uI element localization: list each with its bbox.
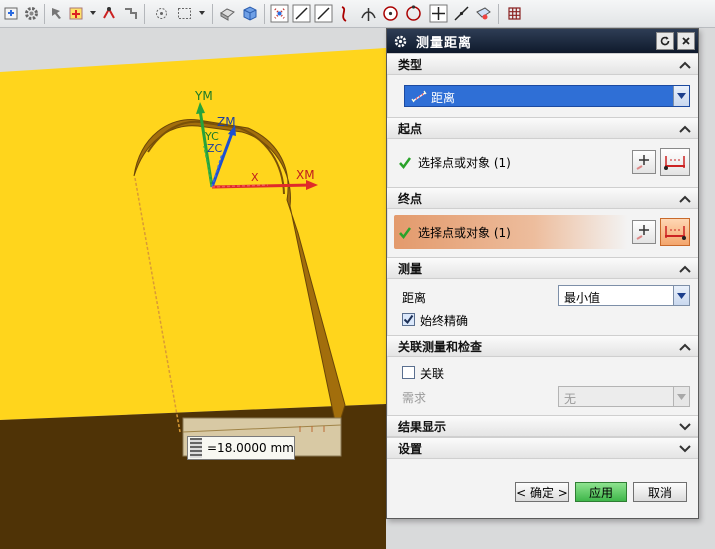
requirement-select[interactable]: 无 — [558, 386, 690, 407]
point-on-face-icon[interactable] — [474, 4, 493, 23]
chevron-up-icon[interactable] — [676, 120, 694, 138]
intersection-icon[interactable] — [359, 4, 378, 23]
reset-icon[interactable] — [656, 32, 674, 50]
arc-center-icon[interactable] — [381, 4, 400, 23]
measure-section-body: 距离 最小值 始终精确 — [387, 279, 698, 335]
distance-label: 距离 — [402, 291, 427, 305]
close-icon[interactable] — [677, 32, 695, 50]
solid-cube-icon[interactable] — [240, 4, 259, 23]
point-icon[interactable] — [67, 4, 86, 23]
point-snap-icon[interactable] — [270, 4, 289, 23]
end-section-title: 终点 — [398, 191, 423, 206]
end-select-label: 选择点或对象 (1) — [418, 226, 511, 240]
grid-icon[interactable] — [505, 4, 524, 23]
main-toolbar — [0, 0, 715, 28]
component-icon[interactable] — [100, 4, 119, 23]
shaded-view-icon[interactable] — [218, 4, 237, 23]
curve-icon[interactable] — [336, 4, 355, 23]
chevron-up-icon[interactable] — [676, 56, 694, 74]
requirement-label: 需求 — [402, 391, 427, 405]
assoc-section-header[interactable]: 关联测量和检查 — [387, 335, 698, 357]
always-exact-label: 始终精确 — [420, 314, 469, 328]
end-select-object[interactable]: 选择点或对象 (1) — [398, 224, 511, 241]
quadrant-icon[interactable] — [404, 4, 423, 23]
measure-section-header[interactable]: 测量 — [387, 257, 698, 279]
always-exact-checkbox[interactable] — [402, 313, 415, 326]
line-icon[interactable] — [314, 4, 333, 23]
ok-button[interactable]: < 确定 > — [515, 482, 569, 502]
xm-label: XM — [296, 168, 315, 182]
zc-label: ZC — [207, 142, 223, 155]
point-dialog-button[interactable] — [632, 150, 656, 174]
measure-distance-dialog: 测量距离 类型 距离 起点 选择点或对象 (1) 终点 选择点或对象 (1) 测… — [386, 28, 699, 519]
associative-label: 关联 — [420, 367, 445, 381]
start-select-label: 选择点或对象 (1) — [418, 156, 511, 170]
point-constructor-icon — [636, 225, 649, 240]
requirement-value: 无 — [564, 392, 577, 406]
checkmark-icon — [398, 226, 412, 240]
distance-type-icon — [411, 90, 427, 107]
gear-icon[interactable] — [22, 4, 41, 23]
chevron-down-icon[interactable] — [676, 418, 694, 436]
point-on-curve-icon[interactable] — [452, 4, 471, 23]
settings-section-header[interactable]: 设置 — [387, 437, 698, 459]
chevron-up-icon[interactable] — [676, 190, 694, 208]
start-section-header[interactable]: 起点 — [387, 117, 698, 139]
dialog-titlebar[interactable]: 测量距离 — [387, 29, 698, 53]
point-constructor-icon — [636, 155, 649, 170]
end-section-body: 选择点或对象 (1) — [387, 209, 698, 257]
checkmark-icon — [398, 156, 412, 170]
checkbox-check-icon — [403, 314, 414, 325]
end-section-header[interactable]: 终点 — [387, 187, 698, 209]
circle-select-icon[interactable] — [152, 4, 171, 23]
end-point-snap-button[interactable] — [660, 218, 690, 246]
assoc-section-body: 关联 需求 无 — [387, 357, 698, 415]
assoc-section-title: 关联测量和检查 — [398, 339, 483, 354]
dropdown-arrow-icon[interactable] — [673, 387, 689, 406]
end-point-snap-button[interactable] — [660, 148, 690, 176]
settings-section-title: 设置 — [398, 441, 423, 456]
distance-select[interactable]: 最小值 — [558, 285, 690, 306]
start-section-body: 选择点或对象 (1) — [387, 139, 698, 187]
start-section-title: 起点 — [398, 121, 423, 136]
ym-label: YM — [194, 89, 213, 103]
existing-point-icon[interactable] — [429, 4, 448, 23]
chevron-up-icon[interactable] — [676, 338, 694, 356]
measure-section-title: 测量 — [398, 261, 423, 276]
measure-value: =18.0000 mm — [207, 441, 294, 455]
apply-button[interactable]: 应用 — [575, 482, 627, 502]
select-icon[interactable] — [48, 4, 67, 23]
drag-handle-icon[interactable] — [190, 438, 202, 458]
zm-label: ZM — [217, 115, 236, 129]
type-value: 距离 — [431, 91, 456, 105]
results-section-title: 结果显示 — [398, 419, 447, 434]
box-select-icon[interactable] — [175, 4, 194, 23]
chevron-down-icon[interactable] — [676, 440, 694, 458]
start-select-object[interactable]: 选择点或对象 (1) — [398, 154, 511, 171]
dialog-title: 测量距离 — [416, 35, 473, 51]
line-endpoint-icon[interactable] — [292, 4, 311, 23]
cancel-button[interactable]: 取消 — [633, 482, 687, 502]
dropdown-arrow-icon[interactable] — [673, 86, 689, 106]
type-section-header[interactable]: 类型 — [387, 53, 698, 75]
dropdown-arrow-icon[interactable] — [673, 286, 689, 305]
chevron-up-icon[interactable] — [676, 260, 694, 278]
xc-label: X — [251, 171, 259, 184]
gear-icon[interactable] — [390, 31, 410, 51]
measure-points-icon — [665, 226, 686, 240]
type-select[interactable]: 距离 — [404, 85, 690, 107]
measure-points-icon — [664, 156, 685, 170]
distance-value: 最小值 — [564, 291, 601, 305]
snap-icon[interactable] — [2, 4, 21, 23]
point-dialog-button[interactable] — [632, 220, 656, 244]
associative-checkbox[interactable] — [402, 366, 415, 379]
measure-result-tag[interactable]: =18.0000 mm — [187, 436, 295, 460]
transform-icon[interactable] — [121, 4, 140, 23]
type-section-title: 类型 — [398, 57, 423, 72]
type-section-body: 距离 — [387, 75, 698, 117]
results-section-header[interactable]: 结果显示 — [387, 415, 698, 437]
